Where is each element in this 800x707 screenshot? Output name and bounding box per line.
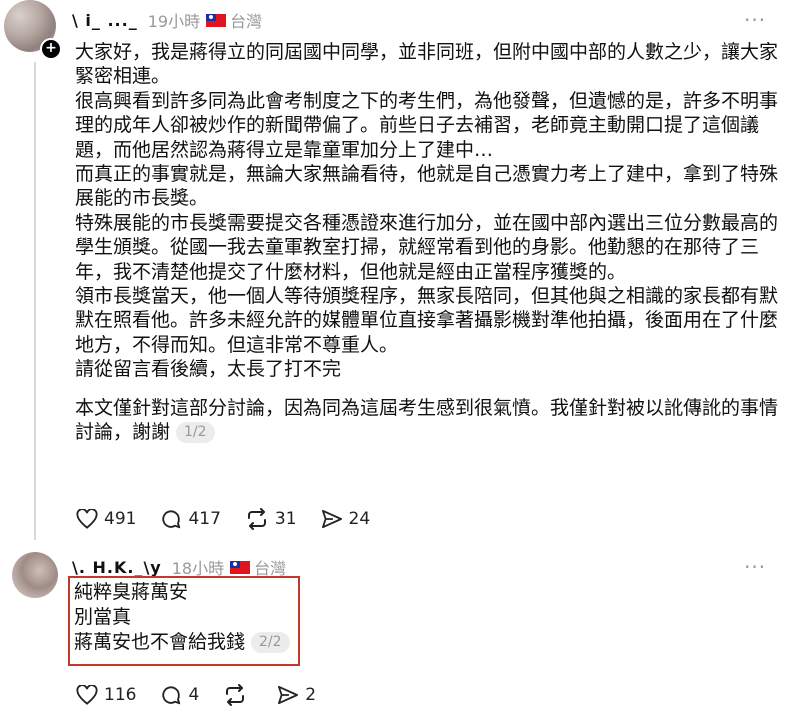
post-meta: \ i_ ..._ 19小時 台灣 [72,8,262,32]
post-paragraph: 領市長獎當天，他一個人等待頒獎程序，無家長陪同，但其他與之相識的家長都有默默在照… [75,285,779,356]
share-count: 2 [305,685,317,705]
comment-icon [162,510,181,529]
comment-count: 4 [188,685,200,705]
like-count: 116 [104,685,137,705]
share-button[interactable]: 2 [277,685,316,705]
heart-icon [76,509,98,529]
repost-icon [247,508,266,530]
username[interactable]: \ i_ ..._ [72,11,138,30]
reply-actions: 116 4 2 [76,684,340,706]
follow-plus-icon[interactable]: + [40,38,62,60]
repost-button[interactable] [223,684,253,706]
comment-button[interactable]: 4 [160,684,199,706]
share-button[interactable]: 24 [321,509,371,529]
post-paragraph: 很高興看到許多同為此會考制度之下的考生們，為他發聲，但遺憾的是，許多不明事理的成… [75,89,779,161]
post-body: 大家好，我是蔣得立的同屆國中同學，並非同班，但附中國中部的人數之少，讓大家緊密相… [75,40,785,445]
share-icon [321,509,342,529]
post-paragraph: 請從留言看後續，太長了打不完 [75,358,342,381]
reply-line: 別當真 [74,606,132,628]
post-actions: 491 417 31 24 [76,508,394,530]
more-icon[interactable]: ··· [744,8,766,32]
post-paragraph: 特殊展能的市長獎需要提交各種憑證來進行加分，並在國中部內選出三位分數最高的學生頒… [75,211,779,283]
comment-count: 417 [188,509,221,529]
taiwan-flag-icon [230,560,251,574]
comment-icon [162,686,181,705]
post-time: 19小時 [147,12,201,31]
share-icon [278,685,299,705]
reply-line: 純粹臭蔣萬安 [74,581,189,603]
post-paragraph: 本文僅針對這部分討論，因為同為這屆考生感到很氣憤。我僅針對被以訛傳訛的事情討論，… [75,396,785,445]
post-paragraph: 大家好，我是蔣得立的同屆國中同學，並非同班，但附中國中部的人數之少，讓大家緊密相… [75,41,779,88]
avatar[interactable] [12,552,58,598]
username[interactable]: \. H.K._\y [72,558,162,577]
page-indicator: 1/2 [176,422,215,444]
heart-icon [76,685,98,705]
repost-count: 31 [274,509,297,529]
post-paragraph: 而真正的事實就是，無論大家無論看待，他就是自己憑實力考上了建中，拿到了特殊展能的… [75,163,779,210]
like-button[interactable]: 116 [76,685,136,705]
repost-button[interactable]: 31 [245,508,297,530]
share-count: 24 [348,509,371,529]
comment-button[interactable]: 417 [160,508,221,530]
post-location: 台灣 [230,12,263,31]
thread-line [34,62,36,540]
reply-line: 蔣萬安也不會給我錢 2/2 [74,630,290,655]
taiwan-flag-icon [206,13,227,27]
page-indicator: 2/2 [251,632,290,653]
repost-icon [226,684,245,706]
like-button[interactable]: 491 [76,509,136,529]
more-icon[interactable]: ··· [744,555,766,579]
reply-body: 純粹臭蔣萬安 別當真 蔣萬安也不會給我錢 2/2 [74,580,290,655]
reply-line-text: 蔣萬安也不會給我錢 [74,631,246,653]
like-count: 491 [104,509,137,529]
